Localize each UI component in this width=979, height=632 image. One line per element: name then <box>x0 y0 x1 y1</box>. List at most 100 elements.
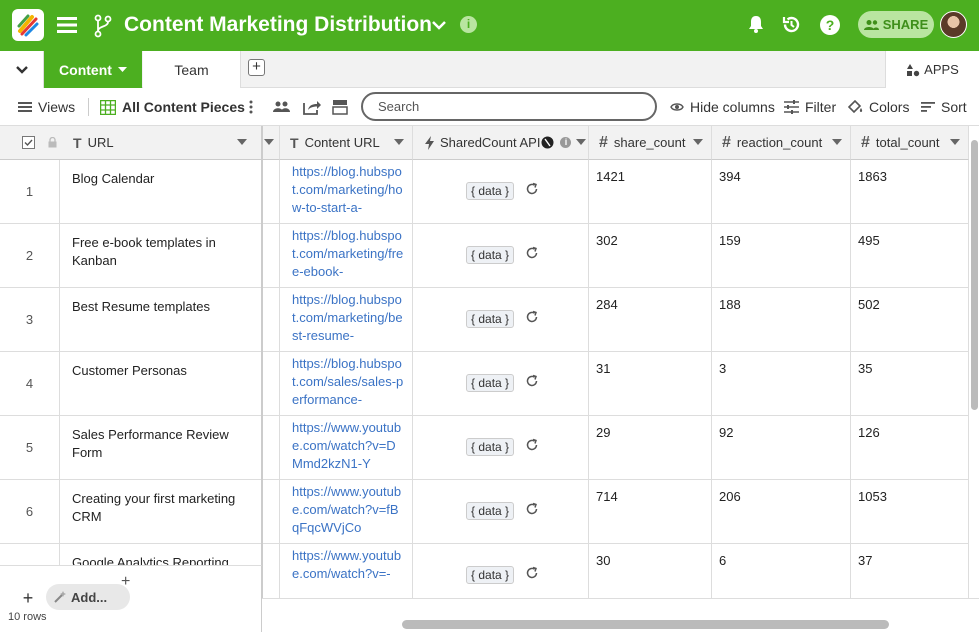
url-cell[interactable]: Customer Personas <box>60 352 262 416</box>
share-count-cell[interactable]: 29 <box>589 416 712 480</box>
data-badge[interactable]: { data } <box>466 502 515 520</box>
caret-down-icon[interactable] <box>693 139 703 145</box>
sharedcount-api-cell[interactable]: { data } <box>413 544 589 598</box>
table-row[interactable]: 5 Sales Performance Review Form https://ww… <box>0 416 979 480</box>
sharedcount-api-cell[interactable]: { data } <box>413 288 589 352</box>
refresh-icon[interactable] <box>525 310 539 324</box>
bell-icon[interactable] <box>746 14 766 39</box>
menu-icon[interactable] <box>56 14 78 36</box>
share-count-cell[interactable]: 31 <box>589 352 712 416</box>
caret-down-icon[interactable] <box>394 139 404 145</box>
reaction-count-cell[interactable]: 92 <box>712 416 851 480</box>
table-row[interactable]: 4 Customer Personas https://blog.hubspot.c… <box>0 352 979 416</box>
reaction-count-cell[interactable]: 3 <box>712 352 851 416</box>
content-url-cell[interactable]: https://blog.hubspot.com/sales/sales-per… <box>280 352 413 416</box>
column-header-reaction-count[interactable]: # reaction_count <box>712 126 851 160</box>
data-badge[interactable]: { data } <box>466 182 515 200</box>
info-icon[interactable]: i <box>560 137 572 148</box>
share-button[interactable]: SHARE <box>858 11 934 38</box>
reaction-count-cell[interactable]: 394 <box>712 160 851 224</box>
apps-button[interactable]: APPS <box>885 51 979 88</box>
sharedcount-api-cell[interactable]: { data } <box>413 480 589 544</box>
total-count-cell[interactable]: 35 <box>851 352 969 416</box>
data-badge[interactable]: { data } <box>466 246 515 264</box>
column-header-share-count[interactable]: # share_count <box>589 126 712 160</box>
people-icon[interactable] <box>273 88 290 126</box>
add-column-icon[interactable]: + <box>121 573 130 591</box>
table-row[interactable]: 6 Creating your first marketing CRM https:… <box>0 480 979 544</box>
caret-down-icon[interactable] <box>950 139 960 145</box>
refresh-icon[interactable] <box>525 502 539 516</box>
refresh-icon[interactable] <box>525 438 539 452</box>
data-badge[interactable]: { data } <box>466 374 515 392</box>
refresh-icon[interactable] <box>525 374 539 388</box>
tab-content[interactable]: Content <box>44 51 142 88</box>
share-count-cell[interactable]: 302 <box>589 224 712 288</box>
sort-button[interactable]: Sort <box>921 88 967 126</box>
refresh-icon[interactable] <box>525 566 539 580</box>
app-logo[interactable] <box>12 9 44 41</box>
add-row-button[interactable]: + <box>10 586 46 610</box>
sharedcount-api-cell[interactable]: { data } <box>413 416 589 480</box>
horizontal-scrollbar[interactable] <box>402 620 889 629</box>
sharedcount-api-cell[interactable]: { data } <box>413 160 589 224</box>
colors-button[interactable]: Colors <box>848 88 909 126</box>
hide-columns-button[interactable]: Hide columns <box>670 88 775 126</box>
total-count-cell[interactable]: 37 <box>851 544 969 598</box>
sharedcount-api-cell[interactable]: { data } <box>413 352 589 416</box>
reaction-count-cell[interactable]: 6 <box>712 544 851 598</box>
total-count-cell[interactable]: 1863 <box>851 160 969 224</box>
total-count-cell[interactable]: 126 <box>851 416 969 480</box>
caret-down-icon[interactable] <box>117 66 127 73</box>
reaction-count-cell[interactable]: 188 <box>712 288 851 352</box>
column-header-content-url[interactable]: T Content URL <box>280 126 413 160</box>
tab-team[interactable]: Team <box>143 51 241 88</box>
share-count-cell[interactable]: 1421 <box>589 160 712 224</box>
caret-down-icon[interactable] <box>832 139 842 145</box>
page-title[interactable]: Content Marketing Distribution <box>124 13 432 37</box>
content-url-cell[interactable]: https://blog.hubspot.com/marketing/best-… <box>280 288 413 352</box>
caret-down-icon[interactable] <box>237 139 247 145</box>
add-tab-button[interactable]: + <box>248 59 265 76</box>
data-badge[interactable]: { data } <box>466 566 515 584</box>
column-header-url[interactable]: T URL <box>0 126 262 160</box>
data-badge[interactable]: { data } <box>466 310 515 328</box>
caret-down-icon[interactable] <box>264 139 274 145</box>
content-url-cell[interactable]: https://blog.hubspot.com/marketing/free-… <box>280 224 413 288</box>
workflow-icon[interactable] <box>93 14 113 38</box>
share-view-icon[interactable] <box>303 88 321 126</box>
sharedcount-api-cell[interactable]: { data } <box>413 224 589 288</box>
url-cell[interactable]: Blog Calendar <box>60 160 262 224</box>
share-count-cell[interactable]: 284 <box>589 288 712 352</box>
refresh-icon[interactable] <box>525 182 539 196</box>
collapse-tabs-button[interactable] <box>0 51 44 88</box>
vertical-scrollbar[interactable] <box>971 140 978 410</box>
add-rows-menu-button[interactable]: Add... <box>46 584 130 610</box>
frozen-column-divider[interactable] <box>261 126 263 632</box>
column-header-total-count[interactable]: # total_count <box>851 126 969 160</box>
content-url-cell[interactable]: https://www.youtube.com/watch?v=DMmd2kzN… <box>280 416 413 480</box>
current-view-selector[interactable]: All Content Pieces <box>100 88 245 126</box>
total-count-cell[interactable]: 1053 <box>851 480 969 544</box>
history-icon[interactable] <box>781 14 802 40</box>
reaction-count-cell[interactable]: 159 <box>712 224 851 288</box>
column-header-sharedcount-api[interactable]: SharedCount API i <box>413 126 589 160</box>
filter-button[interactable]: Filter <box>784 88 836 126</box>
content-url-cell[interactable]: https://www.youtube.com/watch?v=- <box>280 544 413 598</box>
table-row[interactable]: 1 Blog Calendar https://blog.hubspot.com/m… <box>0 160 979 224</box>
search-input[interactable] <box>361 92 657 121</box>
share-count-cell[interactable]: 30 <box>589 544 712 598</box>
refresh-icon[interactable] <box>525 246 539 260</box>
data-badge[interactable]: { data } <box>466 438 515 456</box>
total-count-cell[interactable]: 495 <box>851 224 969 288</box>
chevron-down-icon[interactable] <box>431 18 447 36</box>
avatar[interactable] <box>940 11 967 38</box>
url-cell[interactable]: Creating your first marketing CRM <box>60 480 262 544</box>
url-cell[interactable]: Sales Performance Review Form <box>60 416 262 480</box>
table-row[interactable]: 3 Best Resume templates https://blog.hubsp… <box>0 288 979 352</box>
content-url-cell[interactable]: https://www.youtube.com/watch?v=fBqFqcWV… <box>280 480 413 544</box>
info-icon[interactable]: i <box>460 16 477 33</box>
select-all-checkbox[interactable] <box>22 136 35 149</box>
table-row[interactable]: 2 Free e-book templates in Kanban https://… <box>0 224 979 288</box>
content-url-cell[interactable]: https://blog.hubspot.com/marketing/how-t… <box>280 160 413 224</box>
